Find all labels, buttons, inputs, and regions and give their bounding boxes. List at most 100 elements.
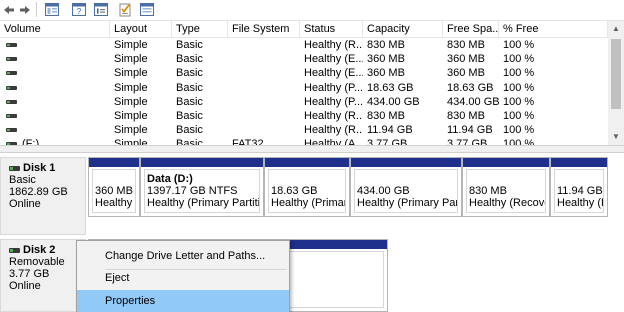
- table-row[interactable]: Simple Basic Healthy (R... 830 MB 830 MB 100 …: [0, 38, 608, 52]
- column-header-volume[interactable]: Volume: [0, 21, 110, 37]
- partition-inner: 11.94 GBHealthy (Recovery Partition): [554, 169, 604, 213]
- partition-status: Healthy (Primary Partition): [271, 197, 345, 209]
- partition-size: 434.00 GB: [357, 185, 410, 197]
- column-header-status[interactable]: Status: [300, 21, 363, 37]
- partition-name: [95, 173, 135, 185]
- partition-status: Healthy (Primary Partition): [147, 197, 260, 209]
- disk-1-partition[interactable]: 360 MBHealthy (EFI System Partition): [88, 157, 140, 217]
- disk-2-name-row: Disk 2: [9, 244, 85, 256]
- pane-splitter[interactable]: [0, 145, 624, 153]
- menu-item-properties[interactable]: Properties: [77, 290, 289, 312]
- menu-item-eject[interactable]: Eject: [77, 267, 289, 289]
- partition-bar: [89, 158, 139, 167]
- table-row[interactable]: Simple Basic Healthy (P... 18.63 GB 18.63 GB…: [0, 81, 608, 95]
- volume-icon: [6, 114, 17, 118]
- table-cell: Basic: [176, 81, 203, 94]
- partition-size: 1397.17 GB NTFS: [147, 185, 238, 197]
- table-cell: [18, 38, 110, 52]
- column-header-capacity[interactable]: Capacity: [363, 21, 443, 37]
- table-cell: [228, 109, 300, 123]
- column-header-type[interactable]: Type: [172, 21, 228, 37]
- partition-size: 830 MB: [469, 185, 507, 197]
- table-cell: Healthy (A...: [304, 138, 363, 145]
- table-cell: Basic: [176, 53, 203, 66]
- table-cell: 11.94 GB: [447, 124, 493, 137]
- table-row[interactable]: (F:) Simple Basic FAT32 Healthy (A... 3.77 GB…: [0, 137, 608, 145]
- table-cell: [18, 52, 110, 66]
- partition-inner: 18.63 GBHealthy (Primary Partition): [268, 169, 346, 213]
- table-cell: 11.94 GB: [367, 124, 413, 137]
- disk-1-label[interactable]: Disk 1 Basic 1862.89 GB Online: [0, 157, 86, 235]
- partition-name: [357, 173, 457, 185]
- menu-item-change-drive-letter[interactable]: Change Drive Letter and Paths...: [77, 245, 289, 267]
- table-cell: 434.00 GB: [447, 95, 499, 108]
- table-cell: Basic: [176, 110, 203, 122]
- table-cell: 360 MB: [447, 53, 485, 66]
- table-cell: Basic: [176, 67, 203, 80]
- table-cell: Simple: [114, 95, 148, 108]
- table-cell: 830 MB: [367, 39, 405, 51]
- svg-text:?: ?: [77, 7, 82, 16]
- disk-1-partition[interactable]: 11.94 GBHealthy (Recovery Partition): [550, 157, 608, 217]
- table-cell: 3.77 GB: [367, 138, 408, 145]
- column-header-file-system[interactable]: File System: [228, 21, 300, 37]
- table-cell: 100 %: [503, 39, 535, 51]
- disk-1-partition[interactable]: Data (D:) 1397.17 GB NTFS Healthy (Primary…: [140, 157, 264, 217]
- table-row[interactable]: Simple Basic Healthy (R... 11.94 GB 11.94 GB…: [0, 123, 608, 137]
- table-row[interactable]: Simple Basic Healthy (E... 360 MB 360 MB 100 …: [0, 66, 608, 80]
- table-row[interactable]: Simple Basic Healthy (R... 830 MB 830 MB 100 …: [0, 109, 608, 123]
- scrollbar-thumb[interactable]: [611, 39, 621, 109]
- table-cell: 434.00 GB: [367, 95, 420, 108]
- table-cell: Healthy (E...: [304, 53, 363, 66]
- disk-1-partition[interactable]: 830 MBHealthy (Recovery Partition): [462, 157, 550, 217]
- partition-name: [271, 173, 345, 185]
- table-cell: (F:): [22, 138, 40, 145]
- table-cell: [18, 66, 110, 80]
- partition-bar: [351, 158, 461, 167]
- disk-size: 3.77 GB: [9, 268, 50, 280]
- scroll-up-arrow-icon[interactable]: ▲: [608, 21, 624, 37]
- volume-icon: [6, 85, 17, 90]
- table-cell: Simple: [114, 110, 148, 122]
- table-cell: Basic: [176, 138, 203, 145]
- column-header-layout[interactable]: Layout: [110, 21, 172, 37]
- partition-inner: 830 MBHealthy (Recovery Partition): [466, 169, 546, 213]
- toolbar-separator: [36, 2, 37, 17]
- checklist-icon[interactable]: [117, 2, 133, 17]
- table-cell: 100 %: [503, 110, 535, 122]
- toolbar: ?: [0, 0, 624, 21]
- table-cell: Healthy (R...: [304, 124, 363, 137]
- disk-1-partition[interactable]: 434.00 GBHealthy (Primary Partition): [350, 157, 462, 217]
- view-icon[interactable]: [139, 2, 155, 17]
- table-cell: 360 MB: [367, 53, 405, 66]
- column-header-percent-free[interactable]: % Free: [499, 21, 608, 37]
- partition-name: Data (D:): [147, 173, 193, 185]
- back-arrow-icon[interactable]: [2, 2, 16, 17]
- console-tree-icon[interactable]: [44, 2, 60, 17]
- table-cell: 360 MB: [367, 67, 405, 80]
- disk-1-name-row: Disk 1: [9, 162, 85, 174]
- forward-arrow-icon[interactable]: [18, 2, 32, 17]
- scroll-down-arrow-icon[interactable]: ▼: [608, 129, 624, 145]
- volume-icon: [6, 43, 17, 47]
- table-cell: 18.63 GB: [447, 81, 494, 94]
- partition-bar: [265, 158, 349, 167]
- properties-icon[interactable]: [93, 2, 109, 17]
- table-cell: 18.63 GB: [367, 81, 414, 94]
- table-cell: 100 %: [503, 81, 535, 94]
- disk-2-label[interactable]: Disk 2 Removable 3.77 GB Online: [0, 239, 86, 312]
- column-header-free-space[interactable]: Free Spa...: [443, 21, 499, 37]
- help-icon[interactable]: ?: [71, 2, 87, 17]
- table-cell: Basic: [176, 95, 203, 108]
- table-cell: 830 MB: [447, 39, 485, 51]
- table-row[interactable]: Simple Basic Healthy (P... 434.00 GB 434.00 …: [0, 95, 608, 109]
- disk-1-partition[interactable]: 18.63 GBHealthy (Primary Partition): [264, 157, 350, 217]
- volume-list-scrollbar[interactable]: ▲ ▼: [608, 21, 624, 145]
- disk-type: Basic: [9, 174, 36, 186]
- partition-status: Healthy (Recovery Partition): [469, 197, 545, 209]
- table-cell: Simple: [114, 53, 148, 66]
- table-row[interactable]: Simple Basic Healthy (E... 360 MB 360 MB 100 …: [0, 52, 608, 66]
- table-cell: 100 %: [503, 53, 535, 66]
- partition-bar: [551, 158, 607, 167]
- partition-status: Healthy (Primary Partition): [357, 197, 457, 209]
